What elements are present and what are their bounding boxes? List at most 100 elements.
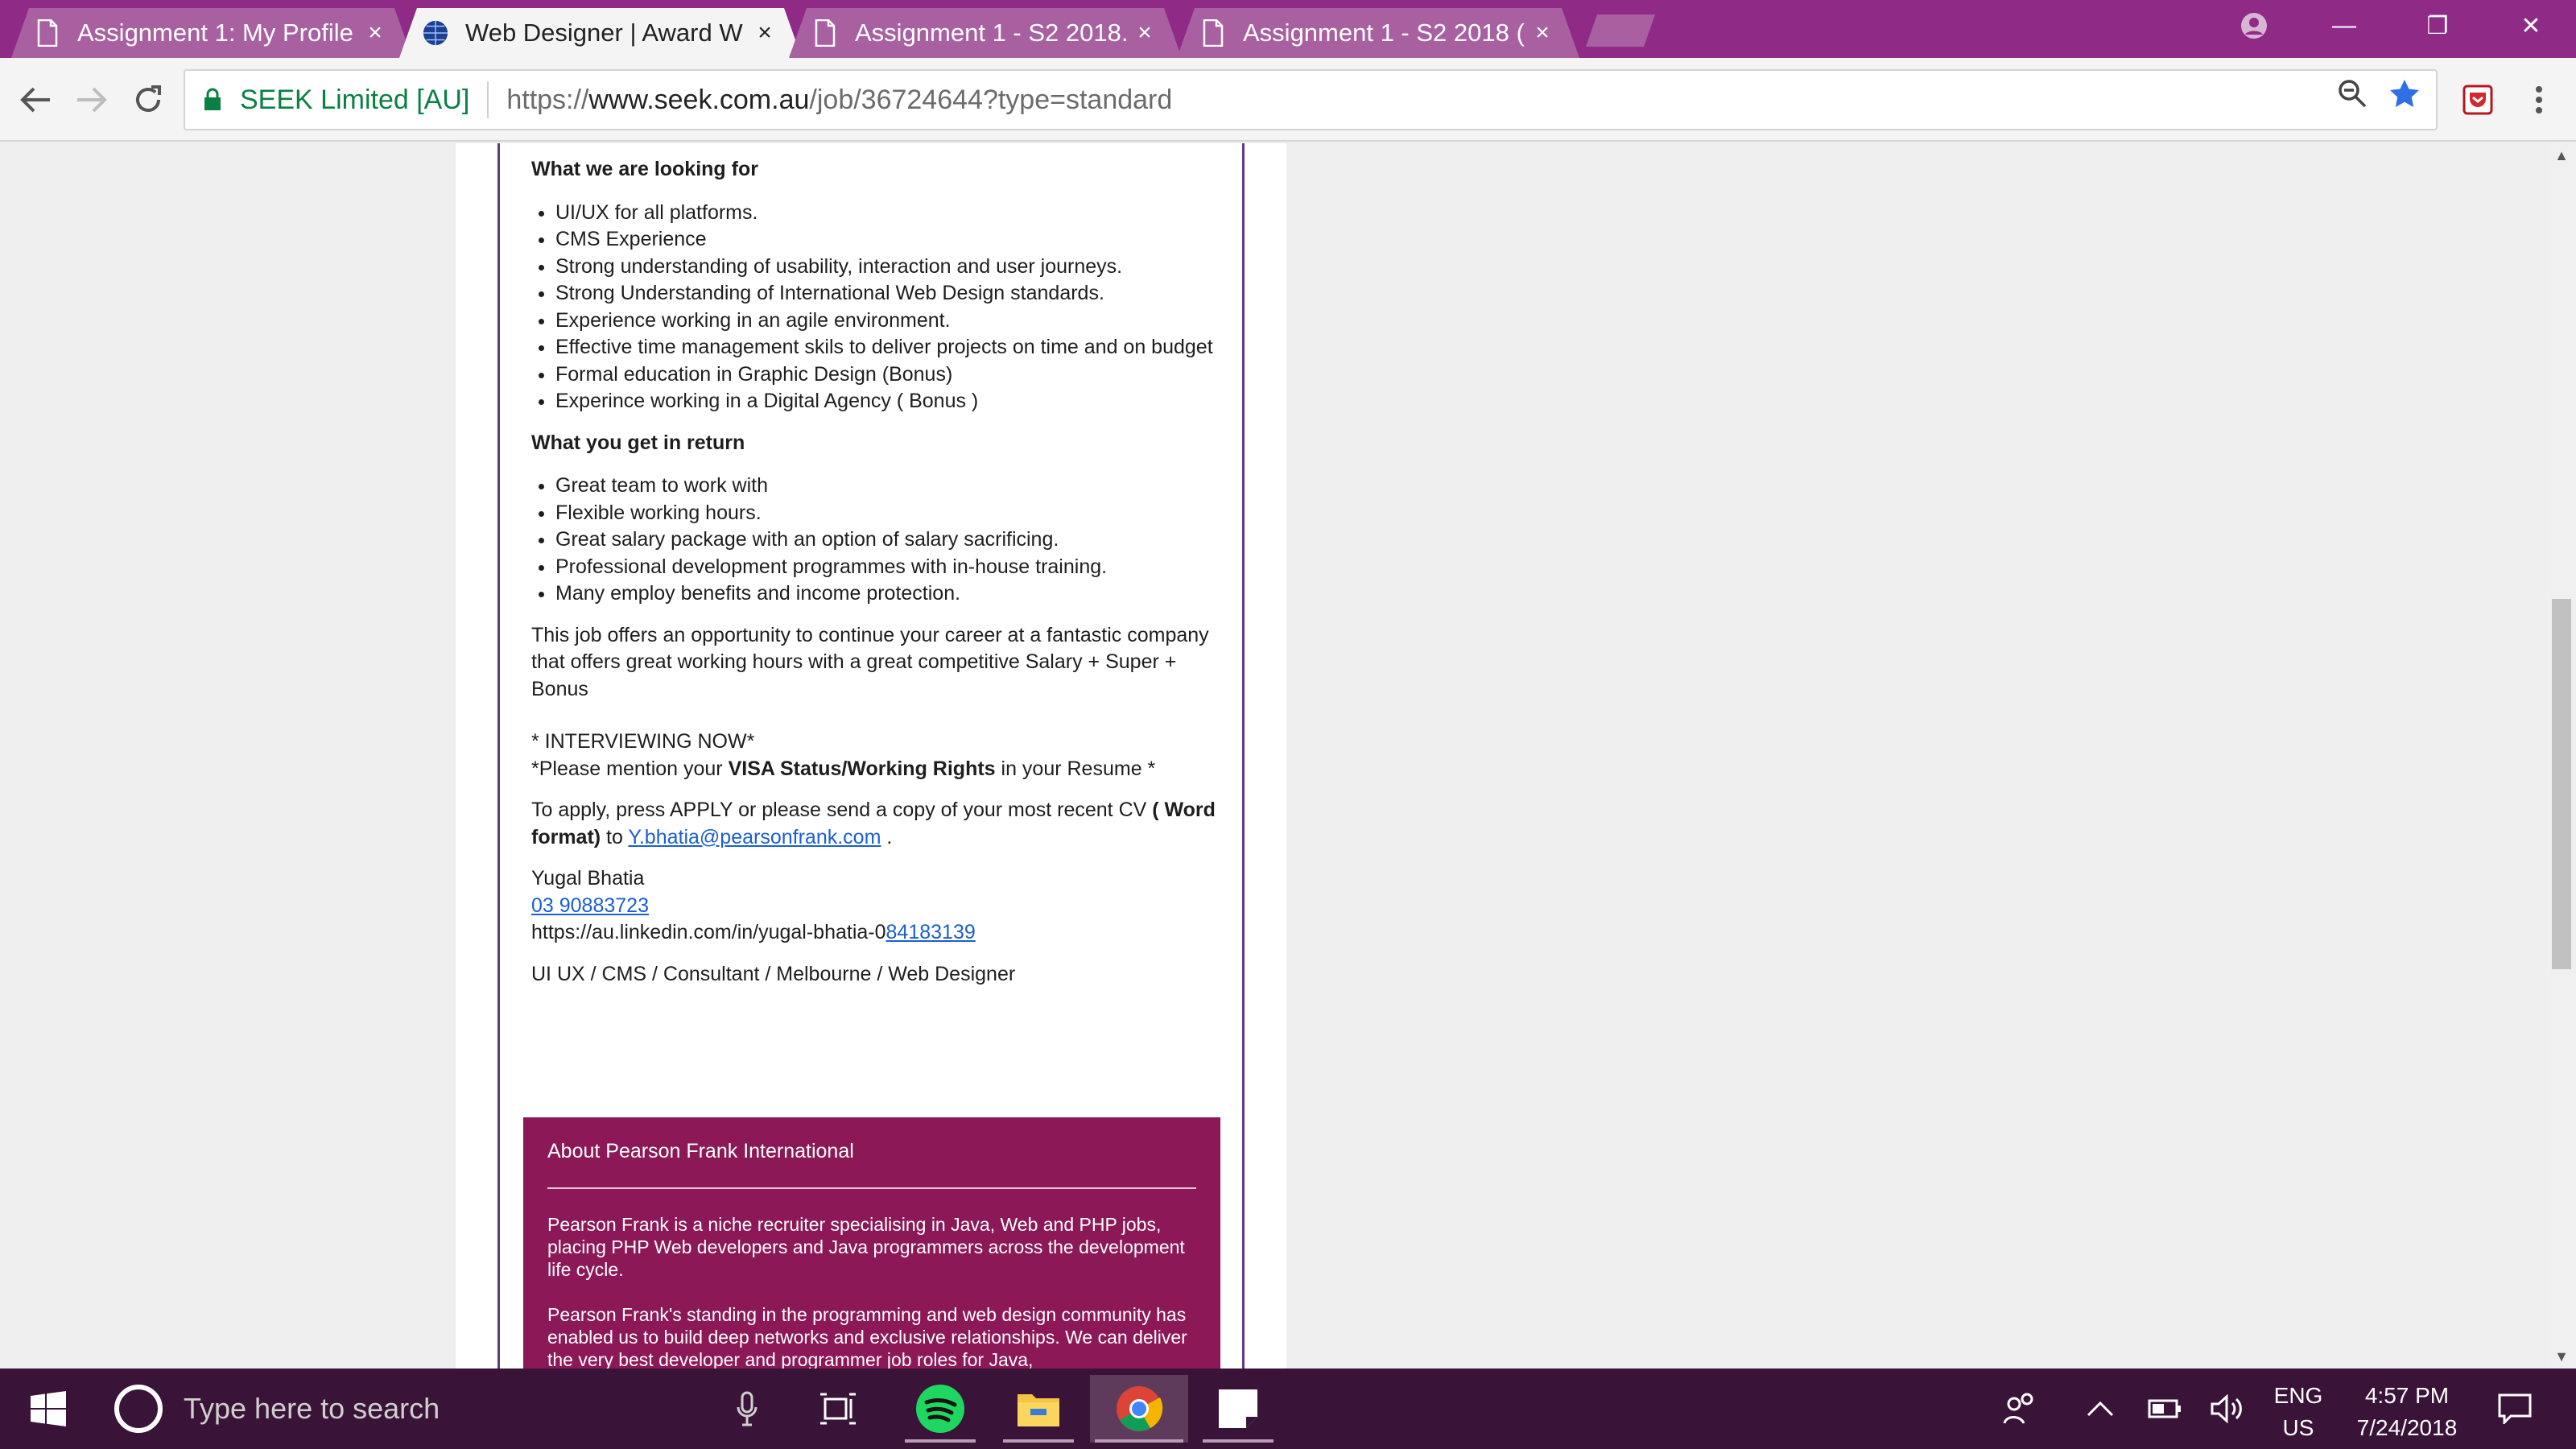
visa-prefix: *Please mention your [531, 757, 729, 780]
url-path: /job/36724644?type=standard [809, 84, 1173, 115]
list-item: CMS Experience [555, 226, 1216, 254]
list-item: Flexible working hours. [555, 500, 1216, 527]
new-tab-button[interactable] [1586, 14, 1655, 47]
list-item: Professional development programmes with… [555, 554, 1216, 581]
list-item: Strong understanding of usability, inter… [555, 254, 1216, 281]
security-label: SEEK Limited [AU] [240, 84, 470, 115]
scroll-down-arrow-icon[interactable]: ▼ [2547, 1344, 2576, 1368]
action-center-icon[interactable] [2491, 1385, 2539, 1433]
menu-kebab-icon[interactable] [2515, 76, 2563, 124]
tab-assignment-doc[interactable]: Assignment 1 - S2 2018 ( × [1177, 8, 1579, 58]
browser-toolbar: SEEK Limited [AU] https://www.seek.com.a… [0, 58, 2576, 142]
task-view-icon[interactable] [797, 1375, 877, 1443]
linkedin-prefix: https://au.linkedin.com/in/yugal-bhatia-… [531, 921, 886, 943]
contact-block: Yugal Bhatia 03 90883723 https://au.link… [531, 865, 1216, 947]
tab-assignment-profile[interactable]: Assignment 1: My Profile × [11, 8, 412, 58]
people-icon[interactable] [1996, 1385, 2045, 1433]
omnibox-divider [487, 81, 489, 118]
reload-icon [136, 85, 161, 112]
document-icon [1199, 19, 1227, 47]
about-paragraph-2: Pearson Frank's standing in the programm… [547, 1304, 1187, 1368]
input-language[interactable]: ENG US [2254, 1380, 2343, 1444]
list-item: Experience working in an agile environme… [555, 308, 1216, 335]
forward-button[interactable] [68, 76, 116, 124]
apply-instructions: To apply, press APPLY or please send a c… [531, 797, 1216, 851]
list-item: UI/UX for all platforms. [555, 200, 1216, 227]
url-scheme: https:// [506, 84, 589, 115]
clock-date: 7/24/2018 [2356, 1415, 2458, 1440]
job-summary: This job offers an opportunity to contin… [531, 623, 1209, 700]
cortana-icon[interactable] [114, 1385, 163, 1433]
page-scrollbar[interactable]: ▲ ▼ [2547, 143, 2576, 1368]
scroll-thumb[interactable] [2552, 599, 2571, 969]
about-company-panel: About Pearson Frank International Pearso… [523, 1117, 1220, 1368]
tab-title: Assignment 1 - S2 2018.p [855, 19, 1129, 47]
tab-assignment-pdf[interactable]: Assignment 1 - S2 2018.p × [789, 8, 1182, 58]
system-clock[interactable]: 4:57 PM 7/24/2018 [2334, 1380, 2479, 1444]
microphone-icon[interactable] [707, 1375, 787, 1443]
pocket-extension-icon[interactable] [2454, 76, 2502, 124]
restore-button[interactable]: ❐ [2397, 0, 2478, 52]
about-paragraph-1: Pearson Frank is a niche recruiter speci… [547, 1214, 1185, 1280]
language-code: ENG [2273, 1383, 2323, 1408]
list-item: Great salary package with an option of s… [555, 526, 1216, 554]
sticky-notes-icon[interactable] [1198, 1375, 1278, 1443]
show-hidden-icons-chevron-icon[interactable] [2080, 1385, 2120, 1433]
bookmark-star-icon[interactable] [2389, 79, 2420, 115]
lock-icon [203, 87, 224, 113]
about-title: About Pearson Frank International [547, 1140, 854, 1162]
battery-icon[interactable] [2145, 1385, 2185, 1433]
email-link[interactable]: Y.bhatia@pearsonfrank.com [628, 826, 881, 848]
job-description: What we are looking for UI/UX for all pl… [531, 156, 1216, 1002]
interviewing-text: * INTERVIEWING NOW* [531, 730, 755, 753]
tab-strip: Assignment 1: My Profile × Web Designer … [0, 0, 2576, 58]
chrome-icon[interactable] [1090, 1375, 1188, 1443]
looking-for-heading: What we are looking for [531, 158, 758, 180]
url-host: www.seek.com.au [588, 84, 810, 115]
back-button[interactable] [11, 76, 60, 124]
page-viewport: What we are looking for UI/UX for all pl… [0, 143, 2547, 1368]
list-item: Experince working in a Digital Agency ( … [555, 388, 1216, 415]
phone-link[interactable]: 03 90883723 [531, 894, 649, 917]
close-window-button[interactable]: ✕ [2491, 0, 2571, 52]
contact-name: Yugal Bhatia [531, 867, 645, 890]
tab-web-designer[interactable]: Web Designer | Award W × [399, 8, 802, 58]
document-icon [811, 19, 839, 47]
apply-prefix: To apply, press APPLY or please send a c… [531, 799, 1153, 821]
document-icon [34, 19, 61, 47]
close-icon[interactable]: × [749, 17, 781, 49]
interviewing-notice: * INTERVIEWING NOW* *Please mention your… [531, 729, 1216, 782]
file-explorer-icon[interactable] [998, 1375, 1079, 1443]
start-button[interactable] [16, 1385, 80, 1433]
reload-button[interactable] [124, 76, 172, 124]
tab-title: Assignment 1: My Profile [77, 19, 353, 47]
back-arrow-icon [20, 87, 50, 113]
address-bar[interactable]: SEEK Limited [AU] https://www.seek.com.a… [184, 69, 2438, 130]
minimize-button[interactable]: — [2304, 0, 2384, 52]
list-item: Many employ benefits and income protecti… [555, 580, 1216, 608]
linkedin-link[interactable]: 84183139 [886, 921, 976, 943]
zoom-icon[interactable] [2338, 79, 2367, 115]
close-icon[interactable]: × [1129, 17, 1161, 49]
volume-icon[interactable] [2207, 1385, 2248, 1433]
tab-title: Web Designer | Award W [465, 19, 743, 47]
list-item: Strong Understanding of International We… [555, 280, 1216, 308]
scroll-up-arrow-icon[interactable]: ▲ [2547, 143, 2576, 167]
clock-time: 4:57 PM [2364, 1383, 2450, 1408]
windows-taskbar: Type here to search ENG US 4:57 PM 7/24/… [0, 1368, 2576, 1449]
profile-icon[interactable] [2214, 0, 2294, 52]
close-icon[interactable]: × [1526, 17, 1558, 49]
close-icon[interactable]: × [359, 17, 391, 49]
list-item: Effective time management skils to deliv… [555, 334, 1216, 361]
in-return-list: Great team to work with Flexible working… [531, 473, 1216, 608]
spotify-icon[interactable] [900, 1375, 980, 1443]
seek-globe-icon [422, 19, 449, 47]
visa-bold: VISA Status/Working Rights [728, 757, 996, 780]
windows-logo-icon [31, 1391, 66, 1426]
forward-arrow-icon [77, 87, 107, 113]
about-divider [547, 1187, 1196, 1189]
apply-suffix: . [881, 825, 893, 848]
return-heading: What you get in return [531, 431, 745, 454]
apply-mid: to [601, 825, 629, 848]
looking-for-list: UI/UX for all platforms. CMS Experience … [531, 200, 1216, 415]
